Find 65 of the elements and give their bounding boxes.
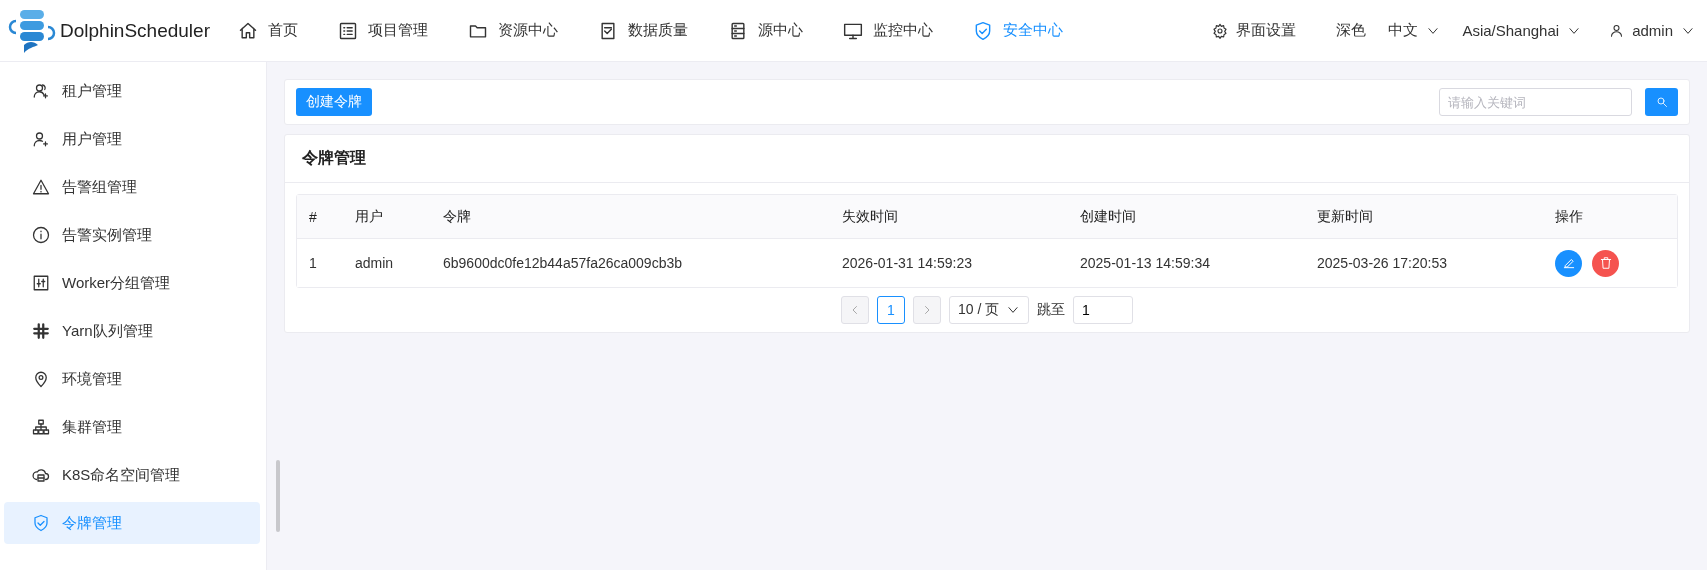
hash-grid-icon [32,322,50,340]
sidebar-item[interactable]: 租户管理 [4,70,260,112]
column-header: # [308,208,318,225]
settings-icon [1212,22,1229,39]
nav-tab[interactable]: 数据质量 [578,0,708,62]
language-dropdown[interactable]: 中文 [1388,21,1441,40]
user-menu[interactable]: admin [1609,22,1695,39]
column-header: 更新时间 [1316,207,1374,226]
list-icon [338,20,358,41]
users-icon [32,82,50,100]
sidebar-item[interactable]: Yarn队列管理 [4,310,260,352]
settings-link[interactable]: 界面设置 [1212,21,1297,40]
nav-tab[interactable]: 首页 [218,0,318,62]
theme-toggle[interactable]: 深色 [1336,21,1367,40]
previous-page-button[interactable] [841,296,869,324]
sidebar-item[interactable]: K8S命名空间管理 [4,454,260,496]
table-cell-text: 2026-01-31 14:59:23 [841,255,973,271]
sidebar-item[interactable]: 集群管理 [4,406,260,448]
nav-tab[interactable]: 监控中心 [823,0,953,62]
location-icon [32,370,50,388]
jump-field[interactable]: 1 [1073,296,1133,324]
server-icon [728,20,748,41]
table-cell-text: 1 [308,255,318,271]
search-icon [1655,96,1668,108]
delete-button[interactable] [1592,249,1619,277]
user-add-icon [32,130,50,148]
sliders-icon [32,274,50,292]
user-icon [1609,23,1625,38]
info-icon [32,226,50,244]
column-header: 令牌 [442,207,472,226]
nav-tab[interactable]: 项目管理 [318,0,448,62]
search-field[interactable]: 请输入关键词 [1439,88,1632,116]
sidebar-item[interactable]: 告警实例管理 [4,214,260,256]
hierarchy-icon [32,418,50,436]
sidebar-item[interactable]: 环境管理 [4,358,260,400]
warning-icon [32,178,50,196]
table-cell-text: 2025-03-26 17:20:53 [1316,255,1448,271]
column-header: 用户 [354,207,384,226]
next-page-button[interactable] [913,296,941,324]
page-size-select[interactable]: 10 / 页 [949,296,1029,324]
edit-button[interactable] [1555,249,1582,277]
nav-tab[interactable]: 资源中心 [448,0,578,62]
nav-tab[interactable]: 源中心 [708,0,823,62]
column-header: 创建时间 [1079,207,1137,226]
shield-icon [973,20,993,41]
table-cell-text: admin [354,255,395,271]
search-button[interactable] [1645,88,1678,116]
table-cell-text: 6b9600dc0fe12b44a57fa26ca009cb3b [442,255,683,271]
sidebar-item[interactable]: 告警组管理 [4,166,260,208]
column-header: 失效时间 [841,207,899,226]
document-icon [598,20,618,41]
timezone-dropdown[interactable]: Asia/Shanghai [1462,22,1582,39]
cloud-server-icon [32,466,50,484]
panel-title: 令牌管理 [285,135,1689,183]
sidebar-item[interactable]: 用户管理 [4,118,260,160]
sidebar-item[interactable]: Worker分组管理 [4,262,260,304]
column-header: 操作 [1554,207,1584,226]
pencil-icon [1561,256,1576,270]
table-cell-text: 2025-01-13 14:59:34 [1079,255,1211,271]
shield-icon [32,514,50,532]
trash-icon [1598,256,1613,270]
jump-label: 跳至 [1037,301,1065,319]
home-icon [238,20,258,41]
app-name: DolphinScheduler [60,19,210,42]
scrollbar[interactable] [276,460,280,532]
